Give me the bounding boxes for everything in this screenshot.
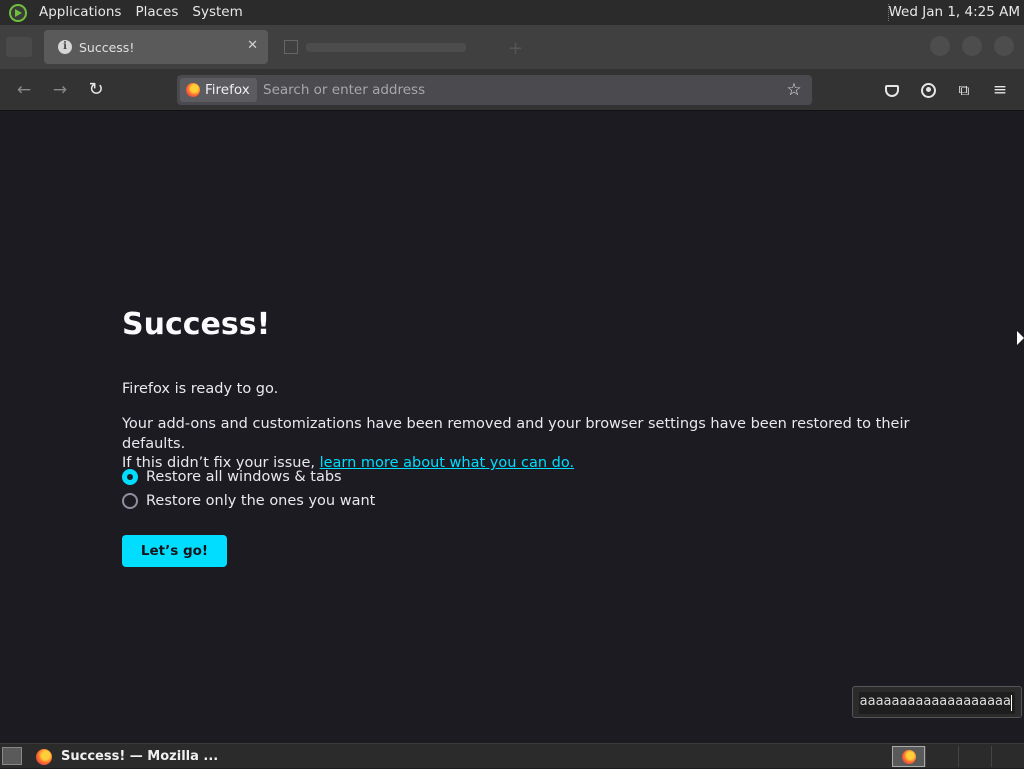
forward-button[interactable]: →: [47, 77, 73, 103]
firefox-icon: [186, 83, 200, 97]
pocket-icon: [885, 84, 899, 97]
tab-title-blurred: [306, 42, 466, 52]
minimize-button[interactable]: [930, 36, 950, 56]
show-desktop-button[interactable]: [2, 747, 22, 765]
back-button[interactable]: ←: [11, 77, 37, 103]
floating-text-value: aaaaaaaaaaaaaaaaaaaaaaa: [859, 694, 1011, 709]
workspace-4[interactable]: [991, 746, 1024, 767]
workspace-2[interactable]: [925, 746, 958, 767]
identity-box[interactable]: Firefox: [180, 78, 257, 102]
restore-all-radio[interactable]: [122, 469, 138, 485]
menu-applications[interactable]: Applications: [32, 0, 128, 25]
description-line-1: Your add-ons and customizations have bee…: [122, 416, 910, 452]
tab-close-button[interactable]: ✕: [247, 38, 258, 53]
restore-all-option[interactable]: Restore all windows & tabs: [122, 469, 342, 485]
sidebar-toggle-button[interactable]: [6, 37, 32, 57]
flag-icon: [284, 40, 298, 54]
info-icon: i: [58, 40, 72, 54]
system-top-panel: Applications Places System Wed Jan 1, 4:…: [0, 0, 1024, 25]
description: Your add-ons and customizations have bee…: [122, 415, 922, 474]
clock[interactable]: Wed Jan 1, 4:25 AM: [889, 0, 1021, 25]
text-caret: [1011, 695, 1012, 711]
close-window-button[interactable]: [994, 36, 1014, 56]
learn-more-link[interactable]: learn more about what you can do.: [320, 455, 575, 471]
tab-title: Success!: [79, 39, 135, 55]
new-tab-button[interactable]: +: [508, 38, 523, 59]
workspace-1[interactable]: [892, 746, 925, 767]
account-icon: [920, 83, 936, 98]
tab-bar: i Success! ✕ +: [0, 25, 1024, 69]
address-input[interactable]: [263, 77, 763, 103]
bottom-taskbar: Success! — Mozilla ...: [0, 743, 1024, 768]
firefox-icon: [901, 749, 916, 764]
puzzle-icon: ⧉: [958, 81, 970, 99]
restore-all-label: Restore all windows & tabs: [146, 469, 342, 485]
firefox-icon: [36, 748, 52, 765]
distro-logo-icon[interactable]: [9, 3, 27, 22]
navigation-toolbar: ← → ↻ Firefox ☆ ⧉ ≡: [0, 69, 1024, 111]
restore-some-radio[interactable]: [122, 493, 138, 509]
maximize-button[interactable]: [962, 36, 982, 56]
page-title: Success!: [122, 307, 271, 342]
menu-system[interactable]: System: [185, 0, 249, 25]
taskbar-window-button[interactable]: Success! — Mozilla ...: [36, 744, 218, 769]
page-content: Success! Firefox is ready to go. Your ad…: [0, 111, 1024, 743]
identity-label: Firefox: [205, 82, 250, 98]
ready-text: Firefox is ready to go.: [122, 381, 279, 397]
tab-success[interactable]: i Success! ✕: [44, 30, 268, 64]
extensions-button[interactable]: ⧉: [951, 77, 977, 103]
system-menu-bar: Applications Places System: [0, 0, 250, 25]
url-bar[interactable]: Firefox ☆: [177, 75, 812, 105]
tab-background[interactable]: [280, 30, 480, 64]
floating-text-field[interactable]: aaaaaaaaaaaaaaaaaaaaaaa: [852, 686, 1022, 718]
workspace-3[interactable]: [958, 746, 991, 767]
account-button[interactable]: [915, 77, 941, 103]
window-controls: [930, 36, 1014, 56]
floating-text-input[interactable]: aaaaaaaaaaaaaaaaaaaaaaa: [859, 692, 1015, 714]
bookmark-star-icon[interactable]: ☆: [782, 78, 806, 102]
mouse-cursor-icon: [1017, 331, 1024, 345]
pocket-button[interactable]: [879, 77, 905, 103]
restore-some-label: Restore only the ones you want: [146, 493, 376, 509]
app-menu-button[interactable]: ≡: [987, 77, 1013, 103]
reload-button[interactable]: ↻: [83, 77, 109, 103]
menu-places[interactable]: Places: [128, 0, 185, 25]
restore-some-option[interactable]: Restore only the ones you want: [122, 493, 375, 509]
taskbar-window-label: Success! — Mozilla ...: [61, 749, 219, 764]
lets-go-button[interactable]: Let’s go!: [122, 535, 227, 567]
